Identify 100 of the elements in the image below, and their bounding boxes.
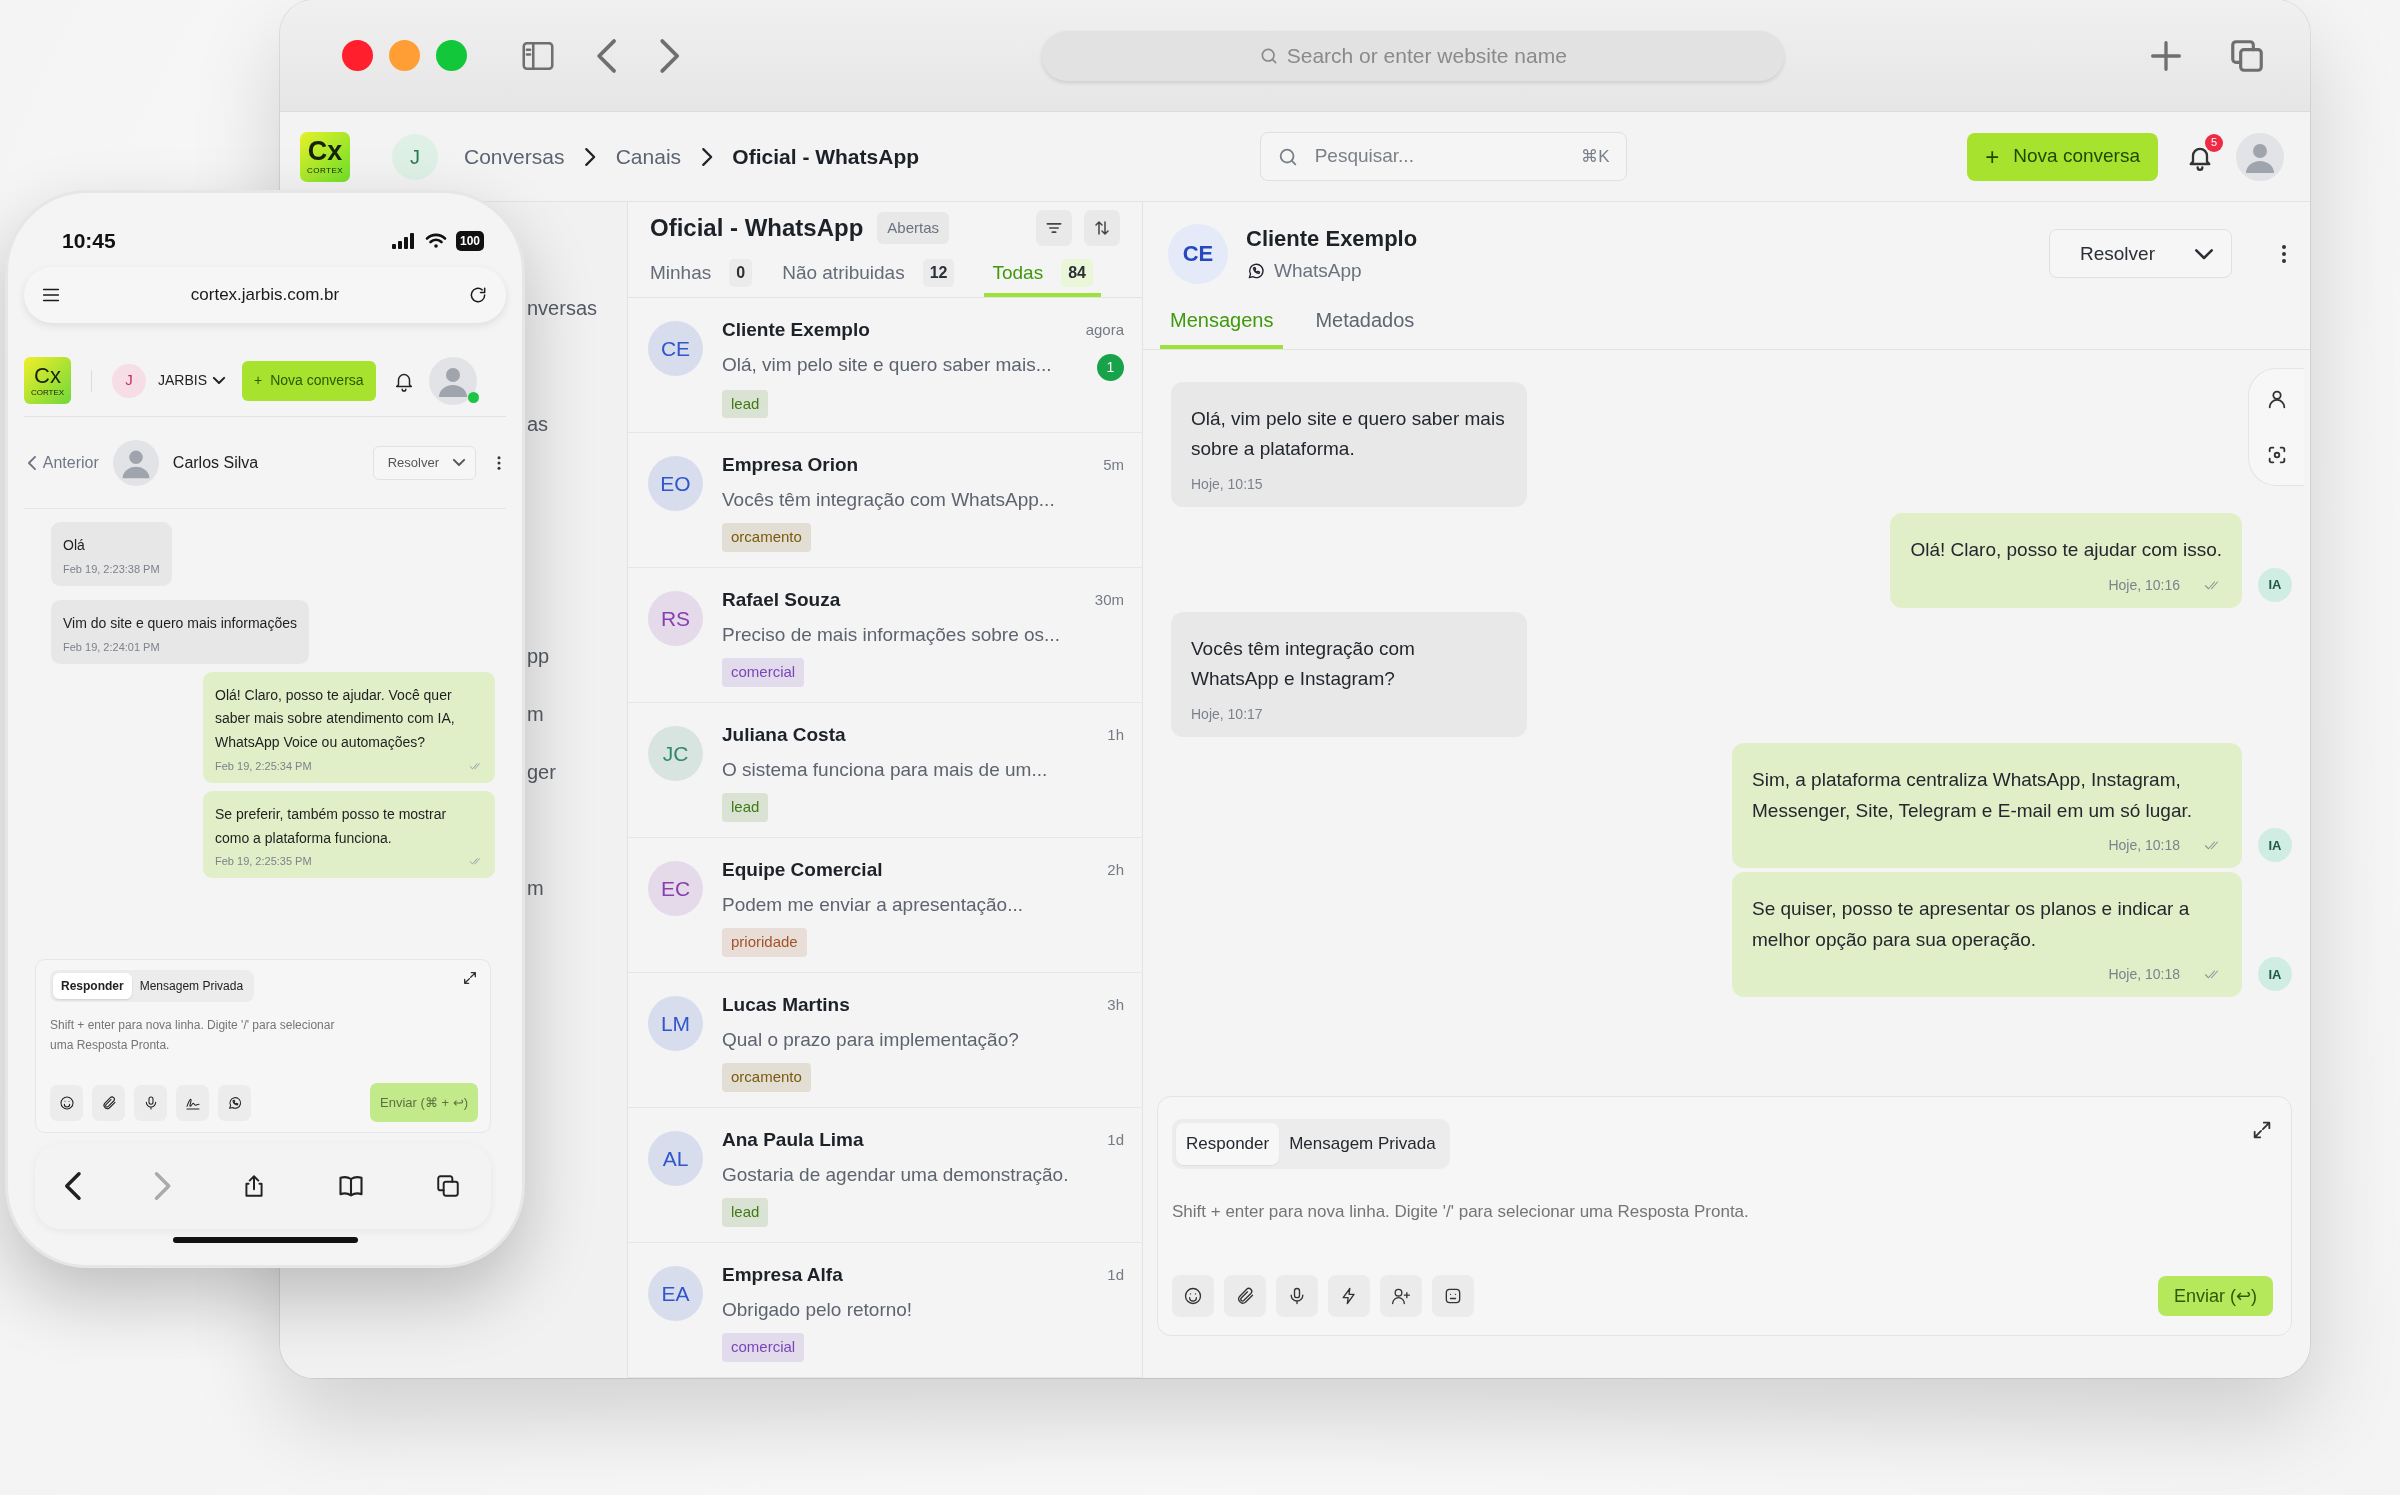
message-text: Vocês têm integração com WhatsApp e Instagram?: [1191, 636, 1416, 692]
message-time: Hoje, 10:15: [1191, 474, 1264, 494]
window-close-icon[interactable]: [342, 40, 373, 71]
new-conversation-button[interactable]: + Nova conversa: [1967, 132, 2158, 181]
breadcrumb-separator-icon: [701, 147, 713, 166]
tag-label: orcamento: [722, 523, 811, 552]
tag-label: orcamento: [722, 1063, 811, 1092]
smile-icon: [58, 1094, 75, 1111]
contact-name: Empresa Orion: [722, 453, 859, 477]
time-label: 5m: [1103, 455, 1124, 475]
conversation-item[interactable]: LM Lucas Martins 3h Qual o prazo para implementação? orcamento: [628, 973, 1142, 1108]
back-icon[interactable]: [597, 38, 619, 73]
back-button[interactable]: [65, 1172, 83, 1200]
lightning-button[interactable]: [1328, 1275, 1370, 1317]
conversation-item[interactable]: EO Empresa Orion 5m Vocês têm integração com WhatsApp... orcamento: [628, 433, 1142, 568]
sidebar-item[interactable]: m: [527, 699, 544, 729]
sidebar-item[interactable]: m: [527, 873, 544, 903]
message-preview: Preciso de mais informações sobre os...: [722, 622, 1060, 647]
account-dropdown[interactable]: JARBIS: [158, 370, 225, 391]
back-link[interactable]: Anterior: [28, 450, 99, 475]
message-time: Feb 19, 2:23:38 PM: [63, 561, 160, 577]
microphone-button[interactable]: [1276, 1275, 1318, 1317]
composer-tab[interactable]: Responder: [53, 973, 132, 999]
emoji-button[interactable]: [1172, 1275, 1214, 1317]
sender-avatar: IA: [2258, 828, 2292, 863]
sidebar-item[interactable]: as: [527, 409, 549, 439]
conversation-item[interactable]: RS Rafael Souza 30m Preciso de mais informações sobre os... comercial: [628, 568, 1142, 703]
message-text: Olá! Claro, posso te ajudar. Você quer saber mais sobre atendimento com IA, WhatsApp Voice ou automações?: [215, 685, 456, 752]
tabs-icon: [435, 1173, 461, 1199]
time-label: 3h: [1107, 995, 1124, 1015]
resolve-dropdown[interactable]: Resolver: [372, 445, 476, 480]
message-input[interactable]: Shift + enter para nova linha. Digite '/' para selecionar uma Resposta Pronta.: [1172, 1198, 2273, 1224]
conversation-item[interactable]: JC Juliana Costa 1h O sistema funciona para mais de um... lead: [628, 703, 1142, 838]
message-time: Feb 19, 2:25:34 PM: [215, 758, 312, 774]
conversation-item[interactable]: EC Equipe Comercial 2h Podem me enviar a apresentação... prioridade: [628, 838, 1142, 973]
list-tab[interactable]: Minhas 0: [650, 253, 753, 297]
contact-avatar: EA: [648, 1266, 703, 1321]
message-input[interactable]: Shift + enter para nova linha. Digite '/' para selecionar uma Resposta Pronta.: [50, 1016, 350, 1058]
conversation-item[interactable]: CE Cliente Exemplo agora Olá, vim pelo site e quero saber mais... 1 lead: [628, 298, 1142, 433]
filter-button[interactable]: [1036, 209, 1072, 246]
expand-icon[interactable]: [462, 970, 478, 986]
refresh-icon[interactable]: [468, 285, 488, 305]
add-user-button[interactable]: [1380, 1275, 1422, 1317]
breadcrumb-link[interactable]: Oficial - WhatsApp: [732, 140, 920, 173]
whatsapp-button[interactable]: [218, 1084, 251, 1121]
app-logo[interactable]: Cx CORTEX: [24, 357, 71, 404]
chevron-down-icon: [453, 459, 465, 466]
contact-name: Rafael Souza: [722, 588, 841, 612]
app-logo[interactable]: Cx CORTEX: [300, 131, 350, 182]
sidebar-item[interactable]: pp: [527, 641, 550, 671]
url-text[interactable]: cortex.jarbis.com.br: [62, 282, 468, 308]
message-time: Feb 19, 2:24:01 PM: [63, 639, 161, 655]
sort-button[interactable]: [1084, 209, 1120, 246]
channel-label: WhatsApp: [1274, 259, 1362, 283]
forward-icon[interactable]: [658, 38, 680, 73]
composer-tab[interactable]: Mensagem Privada: [1279, 1123, 1446, 1165]
message-preview: O sistema funciona para mais de um...: [722, 757, 1048, 782]
message-preview: Qual o prazo para implementação?: [722, 1027, 1019, 1052]
new-conversation-button[interactable]: + Nova conversa: [242, 360, 376, 401]
back-icon: [65, 1172, 83, 1200]
sidebar-item[interactable]: ger: [527, 757, 556, 787]
contact-avatar: LM: [648, 996, 703, 1051]
time-label: agora: [1085, 320, 1124, 340]
microphone-button[interactable]: [134, 1084, 167, 1121]
search-field[interactable]: Pesquisar... ⌘K: [1259, 132, 1627, 181]
composer-tab[interactable]: Mensagem Privada: [131, 973, 252, 999]
tag-label: prioridade: [722, 928, 807, 957]
tabs-button[interactable]: [435, 1173, 461, 1199]
attach-button[interactable]: [1224, 1275, 1266, 1317]
contact-name: Juliana Costa: [722, 723, 846, 747]
sidebar-item[interactable]: nversas: [527, 293, 598, 323]
emoji-button[interactable]: [50, 1084, 83, 1121]
composer-tab[interactable]: Responder: [1176, 1123, 1280, 1165]
message-preview: Obrigado pelo retorno!: [722, 1297, 913, 1322]
expand-icon[interactable]: [2251, 1119, 2273, 1141]
contact-name: Lucas Martins: [722, 993, 850, 1017]
send-button[interactable]: Enviar (⌘ + ↩): [370, 1083, 478, 1122]
send-button[interactable]: Enviar (↩): [2158, 1276, 2273, 1316]
conversation-item[interactable]: AL Ana Paula Lima 1d Gostaria de agendar uma demonstração. lead: [628, 1108, 1142, 1243]
account-avatar[interactable]: J: [392, 133, 438, 180]
more-options-icon[interactable]: [496, 453, 502, 472]
chat-tab[interactable]: Metadados: [1305, 295, 1425, 349]
message-text: Se preferir, também posso te mostrar como a plataforma funciona.: [215, 805, 448, 848]
attach-button[interactable]: [92, 1084, 125, 1121]
list-tab[interactable]: Todas 84: [984, 253, 1101, 297]
conversation-item[interactable]: EA Empresa Alfa 1d Obrigado pelo retorno! comercial: [628, 1243, 1142, 1378]
list-tab[interactable]: Não atribuidas 12: [782, 253, 955, 297]
message-text: Olá! Claro, posso te ajudar com isso.: [1910, 538, 2222, 563]
tag-label: comercial: [722, 1333, 805, 1362]
message-time: Hoje, 10:17: [1191, 704, 1264, 724]
resolve-dropdown[interactable]: Resolver: [2049, 229, 2232, 279]
account-avatar[interactable]: J: [112, 363, 146, 398]
signature-button[interactable]: [176, 1084, 209, 1121]
chevron-down-icon: [213, 377, 225, 384]
contact-avatar: AL: [648, 1131, 703, 1186]
message-time: Hoje, 10:18: [2108, 965, 2180, 985]
breadcrumb-link[interactable]: Canais: [615, 140, 682, 173]
sticker-button[interactable]: [1432, 1275, 1474, 1317]
status-label: Abertas: [877, 211, 950, 244]
breadcrumb-link[interactable]: Conversas: [464, 140, 565, 173]
